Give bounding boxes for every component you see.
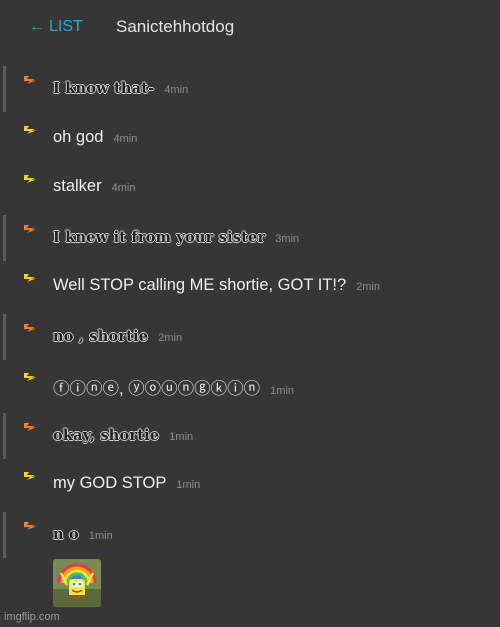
lightning-bolt-icon <box>24 472 36 480</box>
chat-message: I knew it from your sister 3min <box>0 213 500 262</box>
chat-message: n o 1min <box>0 510 500 559</box>
message-body: okay, shortie <box>53 427 160 444</box>
message-text: I know that- 4min <box>53 80 188 97</box>
message-timestamp: 1min <box>88 530 113 542</box>
message-side-bar <box>3 66 6 112</box>
message-body: n o <box>53 526 79 543</box>
message-text: oh god 4min <box>53 128 137 147</box>
message-body: stalker <box>53 177 102 195</box>
chat-message: oh god 4min <box>0 114 500 163</box>
chat-message: Well STOP calling ME shortie, GOT IT!? 2m… <box>0 262 500 311</box>
lightning-bolt-icon <box>24 126 36 134</box>
message-text: Well STOP calling ME shortie, GOT IT!? 2m… <box>53 276 380 295</box>
chat-message: my GOD STOP 1min <box>0 460 500 509</box>
message-timestamp: 1min <box>270 385 295 397</box>
lightning-bolt-icon <box>24 225 36 233</box>
message-timestamp: 2min <box>356 281 380 293</box>
message-timestamp: 1min <box>169 431 194 443</box>
spongebob-imagination-icon <box>53 559 101 607</box>
chat-message: okay, shortie 1min <box>0 411 500 460</box>
chat-message: stalker 4min <box>0 163 500 212</box>
message-side-bar <box>3 512 6 558</box>
chat-message: I know that- 4min <box>0 64 500 113</box>
chat-message: ⓕⓘⓝⓔ, ⓨⓞⓤⓝⓖⓚⓘⓝ 1min <box>0 361 500 410</box>
image-attachment[interactable] <box>53 559 101 607</box>
message-body: no , shortie <box>53 328 149 345</box>
message-text: ⓕⓘⓝⓔ, ⓨⓞⓤⓝⓖⓚⓘⓝ 1min <box>53 375 294 399</box>
lightning-bolt-icon <box>24 324 36 332</box>
lightning-bolt-icon <box>24 76 36 84</box>
lightning-bolt-icon <box>24 522 36 530</box>
message-body: oh god <box>53 128 104 146</box>
message-timestamp: 1min <box>176 479 201 491</box>
message-side-bar <box>3 314 6 360</box>
lightning-bolt-icon <box>24 175 36 183</box>
message-body: Well STOP calling ME shortie, GOT IT!? <box>53 276 347 294</box>
message-text: okay, shortie 1min <box>53 427 193 444</box>
message-timestamp: 4min <box>164 84 189 96</box>
message-body: I knew it from your sister <box>53 229 266 246</box>
lightning-bolt-icon <box>24 274 36 282</box>
message-timestamp: 4min <box>113 133 138 145</box>
back-to-list-link[interactable]: ← LIST <box>29 18 83 36</box>
message-timestamp: 2min <box>158 332 183 344</box>
message-body: ⓕⓘⓝⓔ, ⓨⓞⓤⓝⓖⓚⓘⓝ <box>53 380 261 398</box>
lightning-bolt-icon <box>24 373 36 381</box>
message-text: my GOD STOP 1min <box>53 474 200 493</box>
message-text: stalker 4min <box>53 177 135 196</box>
chat-message: no , shortie 2min <box>0 312 500 361</box>
back-label: LIST <box>49 18 83 35</box>
message-side-bar <box>3 413 6 459</box>
message-text: n o 1min <box>53 526 113 543</box>
message-text: no , shortie 2min <box>53 328 182 345</box>
chat-title: Sanictehhotdog <box>116 17 235 36</box>
message-side-bar <box>3 215 6 261</box>
back-arrow-icon: ← <box>29 18 45 35</box>
imgflip-watermark: imgflip.com <box>4 611 60 623</box>
message-timestamp: 4min <box>111 182 136 194</box>
message-body: I know that- <box>53 80 155 97</box>
message-text: I knew it from your sister 3min <box>53 229 299 246</box>
lightning-bolt-icon <box>24 423 36 431</box>
message-body: my GOD STOP <box>53 474 167 492</box>
chat-header: ← LIST Sanictehhotdog <box>0 0 500 58</box>
message-timestamp: 3min <box>275 233 300 245</box>
